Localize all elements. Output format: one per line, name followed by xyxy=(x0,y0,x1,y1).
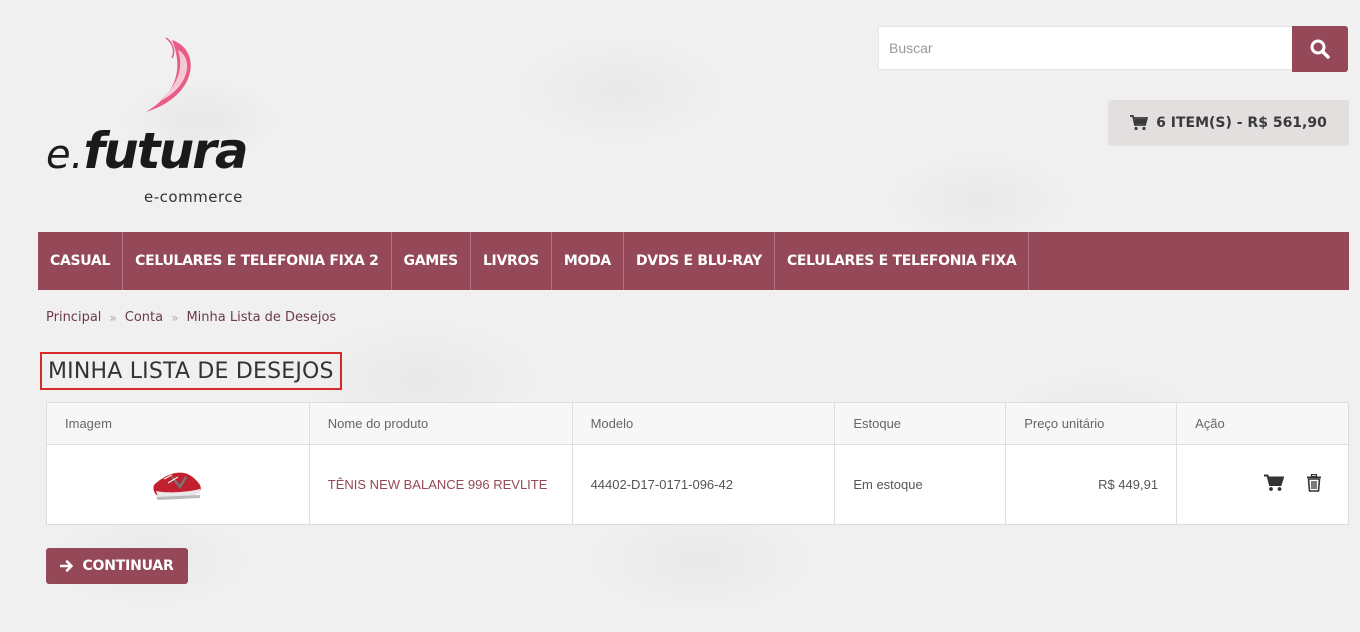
logo-swirl-icon xyxy=(146,37,191,112)
search-icon xyxy=(1310,39,1330,59)
arrow-right-icon xyxy=(60,560,74,572)
breadcrumb-link-conta[interactable]: Conta xyxy=(125,310,163,325)
nav-item-celulares-telefonia-fixa-2[interactable]: CELULARES E TELEFONIA FIXA 2 xyxy=(123,232,392,290)
product-price: R$ 449,91 xyxy=(1005,444,1178,525)
red-sneaker-thumbnail[interactable] xyxy=(149,457,206,509)
search-bar xyxy=(878,26,1348,72)
main-nav: CASUAL CELULARES E TELEFONIA FIXA 2 GAME… xyxy=(38,232,1349,290)
nav-item-dvds-blu-ray[interactable]: DVDS E BLU-RAY xyxy=(624,232,775,290)
shopping-cart-icon xyxy=(1130,115,1149,131)
header-imagem: Imagem xyxy=(46,402,310,445)
breadcrumb-separator: » xyxy=(109,310,117,325)
header-modelo: Modelo xyxy=(571,402,836,445)
breadcrumb: Principal » Conta » Minha Lista de Desej… xyxy=(46,310,336,325)
logo-prefix: e. xyxy=(46,132,84,178)
search-button[interactable] xyxy=(1292,26,1348,72)
nav-item-games[interactable]: GAMES xyxy=(392,232,471,290)
product-actions-cell xyxy=(1176,444,1349,525)
header-preco-unitario: Preço unitário xyxy=(1005,402,1178,445)
nav-item-casual[interactable]: CASUAL xyxy=(38,232,124,290)
product-stock: Em estoque xyxy=(834,444,1007,525)
header-estoque: Estoque xyxy=(834,402,1007,445)
nav-item-livros[interactable]: LIVROS xyxy=(471,232,552,290)
wishlist-table: Imagem Nome do produto Modelo Estoque Pr… xyxy=(46,402,1349,525)
trash-icon xyxy=(1307,473,1321,492)
table-row: TÊNIS NEW BALANCE 996 REVLITE 44402-D17-… xyxy=(46,444,1349,525)
cart-button[interactable]: 6 ITEM(S) - R$ 561,90 xyxy=(1108,100,1349,146)
cart-summary: 6 ITEM(S) - R$ 561,90 xyxy=(1156,115,1327,131)
header-nome-do-produto: Nome do produto xyxy=(308,402,573,445)
table-header-row: Imagem Nome do produto Modelo Estoque Pr… xyxy=(46,402,1349,445)
product-image-cell xyxy=(46,444,310,525)
logo-wordmark: e.futura xyxy=(46,122,249,180)
continue-label: CONTINUAR xyxy=(82,558,174,574)
add-to-cart-icon xyxy=(1264,474,1285,491)
product-model: 44402-D17-0171-096-42 xyxy=(571,444,836,525)
breadcrumb-separator: » xyxy=(171,310,179,325)
nav-item-moda[interactable]: MODA xyxy=(552,232,624,290)
logo-name: futura xyxy=(83,122,248,180)
product-name-link[interactable]: TÊNIS NEW BALANCE 996 REVLITE xyxy=(328,477,548,492)
remove-button[interactable] xyxy=(1306,473,1322,495)
add-to-cart-button[interactable] xyxy=(1264,474,1285,495)
search-input[interactable] xyxy=(878,26,1292,70)
product-name-cell: TÊNIS NEW BALANCE 996 REVLITE xyxy=(308,444,573,525)
breadcrumb-link-wishlist[interactable]: Minha Lista de Desejos xyxy=(186,310,336,325)
nav-item-celulares-telefonia-fixa[interactable]: CELULARES E TELEFONIA FIXA xyxy=(775,232,1030,290)
continue-button[interactable]: CONTINUAR xyxy=(46,548,188,584)
page-title: MINHA LISTA DE DESEJOS xyxy=(40,352,342,390)
logo-tagline: e-commerce xyxy=(144,188,243,206)
header-acao: Ação xyxy=(1176,402,1349,445)
breadcrumb-link-principal[interactable]: Principal xyxy=(46,310,101,325)
site-logo[interactable]: e.futura e-commerce xyxy=(46,36,286,216)
